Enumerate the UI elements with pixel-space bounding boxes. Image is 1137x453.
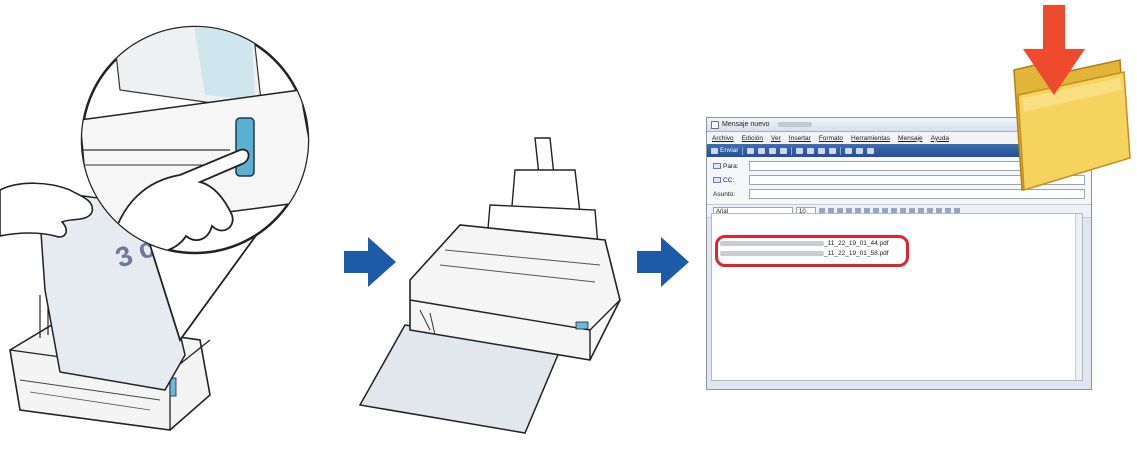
cut-icon[interactable] <box>747 147 755 154</box>
menu-mensaje[interactable]: Mensaje <box>898 135 923 142</box>
scan-button-led <box>575 321 589 330</box>
menu-ayuda[interactable]: Ayuda <box>931 135 949 142</box>
paste-icon[interactable] <box>769 147 777 154</box>
menu-edicion[interactable]: Edición <box>742 135 763 142</box>
toolbar-separator <box>840 146 842 155</box>
copy-icon[interactable] <box>758 147 766 154</box>
priority-icon[interactable] <box>829 147 837 154</box>
blurred-title-suffix <box>778 122 813 127</box>
menu-insertar[interactable]: Insertar <box>789 135 811 142</box>
menu-herramientas[interactable]: Herramientas <box>851 135 890 142</box>
offline-icon[interactable] <box>867 147 875 154</box>
address-book-icon <box>713 177 721 183</box>
send-label: Enviar <box>720 147 739 154</box>
scanner-output-illustration <box>358 137 621 434</box>
toolbar-separator <box>742 146 744 155</box>
sign-icon[interactable] <box>845 147 853 154</box>
menu-archivo[interactable]: Archivo <box>712 135 734 142</box>
menu-ver[interactable]: Ver <box>771 135 781 142</box>
to-label-text: Para: <box>723 162 739 170</box>
right-arrow-icon <box>637 237 689 287</box>
scanner-feed-illustration: 3 c <box>0 25 310 431</box>
undo-icon[interactable] <box>780 147 788 154</box>
cc-label[interactable]: CC: <box>713 177 749 184</box>
send-button[interactable]: Enviar <box>711 147 738 154</box>
attachment-highlight <box>715 235 909 267</box>
cc-label-text: CC: <box>723 176 735 184</box>
spelling-icon[interactable] <box>807 147 815 154</box>
menu-formato[interactable]: Formato <box>819 135 843 142</box>
attach-icon[interactable] <box>818 147 826 154</box>
app-icon <box>711 120 719 129</box>
window-title: Mensaje nuevo <box>722 121 770 128</box>
down-arrow-icon <box>1023 5 1085 95</box>
encrypt-icon[interactable] <box>856 147 864 154</box>
scan-button-magnified <box>235 117 255 177</box>
send-icon <box>711 147 718 154</box>
subject-label: Asunto: <box>713 190 736 198</box>
to-label[interactable]: Para: <box>713 163 749 170</box>
check-names-icon[interactable] <box>796 147 804 154</box>
address-book-icon <box>713 163 721 169</box>
vertical-scrollbar[interactable] <box>1075 214 1082 380</box>
toolbar-separator <box>791 146 793 155</box>
message-body[interactable]: _11_22_19_01_44.pdf _11_22_19_01_58.pdf <box>711 213 1083 381</box>
